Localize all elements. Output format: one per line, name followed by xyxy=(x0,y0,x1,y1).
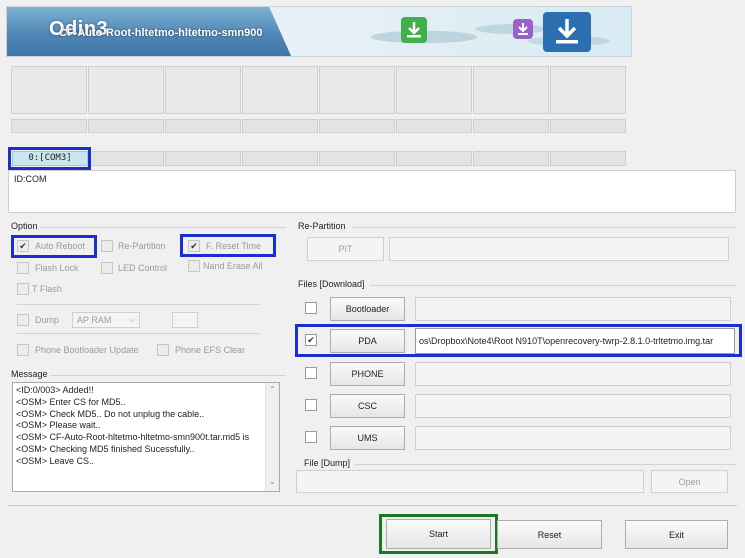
bootloader-checkbox[interactable] xyxy=(305,302,317,314)
port-slot xyxy=(550,151,626,166)
chevron-down-icon: ⌵ xyxy=(129,315,136,324)
scroll-down-icon[interactable]: ⌄ xyxy=(269,477,276,486)
port-slot xyxy=(473,151,549,166)
message-scrollbar[interactable]: ⌃ ⌄ xyxy=(265,383,279,491)
start-button-highlight xyxy=(379,514,498,554)
flash-lock-checkbox[interactable] xyxy=(17,262,29,274)
download-blue-icon xyxy=(543,12,591,52)
slot-box xyxy=(165,66,241,114)
port-slot xyxy=(165,151,241,166)
dump-label: Dump xyxy=(35,315,60,325)
slot-box xyxy=(242,66,318,114)
slot-box xyxy=(396,66,472,114)
slot-progress xyxy=(11,119,87,133)
t-flash-label: T Flash xyxy=(32,284,62,294)
re-partition-label: Re-Partition xyxy=(118,241,166,251)
bootloader-file-field[interactable] xyxy=(415,297,731,321)
flash-lock-label: Flash Lock xyxy=(35,263,79,273)
pda-row-highlight xyxy=(295,324,742,357)
file-dump-top-line xyxy=(354,464,736,465)
scroll-up-icon[interactable]: ⌃ xyxy=(269,385,276,394)
id-com-label: ID:COM xyxy=(14,174,47,184)
ums-checkbox[interactable] xyxy=(305,431,317,443)
slot-progress xyxy=(396,119,472,133)
f-reset-time-highlight xyxy=(180,234,276,257)
message-line: <OSM> Enter CS for MD5.. xyxy=(16,396,126,407)
slot-box xyxy=(550,66,626,114)
csc-file-field[interactable] xyxy=(415,394,731,418)
dump-type-select[interactable]: AP RAM ⌵ xyxy=(72,312,140,328)
download-green-icon xyxy=(401,17,427,43)
message-line: <OSM> Leave CS.. xyxy=(16,455,95,466)
message-line: <OSM> Check MD5.. Do not unplug the cabl… xyxy=(16,408,205,419)
dump-checkbox[interactable] xyxy=(17,314,29,326)
pit-button[interactable]: PIT xyxy=(307,237,384,261)
option-divider xyxy=(17,304,260,305)
dump-type-value: AP RAM xyxy=(77,315,112,325)
re-partition-top-line xyxy=(352,227,736,228)
phone-efs-clear-checkbox[interactable] xyxy=(157,344,169,356)
message-top-line xyxy=(50,375,286,376)
slot-progress xyxy=(88,119,164,133)
file-dump-title: File [Dump] xyxy=(304,458,351,468)
phone-file-field[interactable] xyxy=(415,362,731,386)
re-partition-title: Re-Partition xyxy=(298,221,346,231)
pit-file-field[interactable] xyxy=(389,237,729,261)
message-title: Message xyxy=(11,369,48,379)
re-partition-checkbox[interactable] xyxy=(101,240,113,252)
download-purple-icon xyxy=(513,19,533,39)
exit-button[interactable]: Exit xyxy=(625,520,728,549)
files-top-line xyxy=(370,285,736,286)
dump-value-field[interactable] xyxy=(172,312,198,328)
phone-efs-clear-label: Phone EFS Clear xyxy=(175,345,246,355)
ums-file-field[interactable] xyxy=(415,426,731,450)
slot-box xyxy=(88,66,164,114)
message-log[interactable]: <ID:0/003> Added!! <OSM> Enter CS for MD… xyxy=(12,382,280,492)
odin-banner: Odin3 CF-Auto-Root-hltetmo-hltetmo-smn90… xyxy=(6,6,632,57)
option-title: Option xyxy=(11,221,38,231)
port-slot xyxy=(319,151,395,166)
footer-separator xyxy=(8,505,737,506)
open-button[interactable]: Open xyxy=(651,470,728,493)
file-title: CF-Auto-Root-hltetmo-hltetmo-smn900 xyxy=(59,27,263,39)
bootloader-button[interactable]: Bootloader xyxy=(330,297,405,321)
dump-file-field[interactable] xyxy=(296,470,644,493)
nand-erase-all-label: Nand Erase All xyxy=(203,261,263,271)
slot-progress xyxy=(319,119,395,133)
slot-box xyxy=(319,66,395,114)
led-control-label: LED Control xyxy=(118,263,168,273)
com-port-highlight xyxy=(8,147,91,170)
port-slot xyxy=(88,151,164,166)
message-line: <ID:0/003> Added!! xyxy=(16,385,94,395)
nand-erase-all-checkbox[interactable] xyxy=(188,260,200,272)
message-line: <OSM> CF-Auto-Root-hltetmo-hltetmo-smn90… xyxy=(16,432,250,443)
message-lines: <ID:0/003> Added!! <OSM> Enter CS for MD… xyxy=(13,385,265,468)
phone-checkbox[interactable] xyxy=(305,367,317,379)
slot-progress xyxy=(165,119,241,133)
led-control-checkbox[interactable] xyxy=(101,262,113,274)
csc-button[interactable]: CSC xyxy=(330,394,405,418)
message-line: <OSM> Checking MD5 finished Sucessfully.… xyxy=(16,443,195,454)
option-divider-2 xyxy=(17,333,260,334)
slot-progress xyxy=(242,119,318,133)
phone-bootloader-update-label: Phone Bootloader Update xyxy=(35,345,139,355)
option-top-line xyxy=(40,227,286,228)
slot-progress xyxy=(550,119,626,133)
port-slot xyxy=(242,151,318,166)
ums-button[interactable]: UMS xyxy=(330,426,405,450)
slot-box xyxy=(473,66,549,114)
t-flash-checkbox[interactable] xyxy=(17,283,29,295)
files-download-title: Files [Download] xyxy=(298,279,365,289)
auto-reboot-highlight xyxy=(11,235,97,258)
slot-progress xyxy=(473,119,549,133)
phone-bootloader-update-checkbox[interactable] xyxy=(17,344,29,356)
id-com-area: ID:COM xyxy=(8,170,736,213)
csc-checkbox[interactable] xyxy=(305,399,317,411)
phone-button[interactable]: PHONE xyxy=(330,362,405,386)
reset-button[interactable]: Reset xyxy=(497,520,602,549)
slot-box xyxy=(11,66,87,114)
port-slot xyxy=(396,151,472,166)
message-line: <OSM> Please wait.. xyxy=(16,420,101,431)
